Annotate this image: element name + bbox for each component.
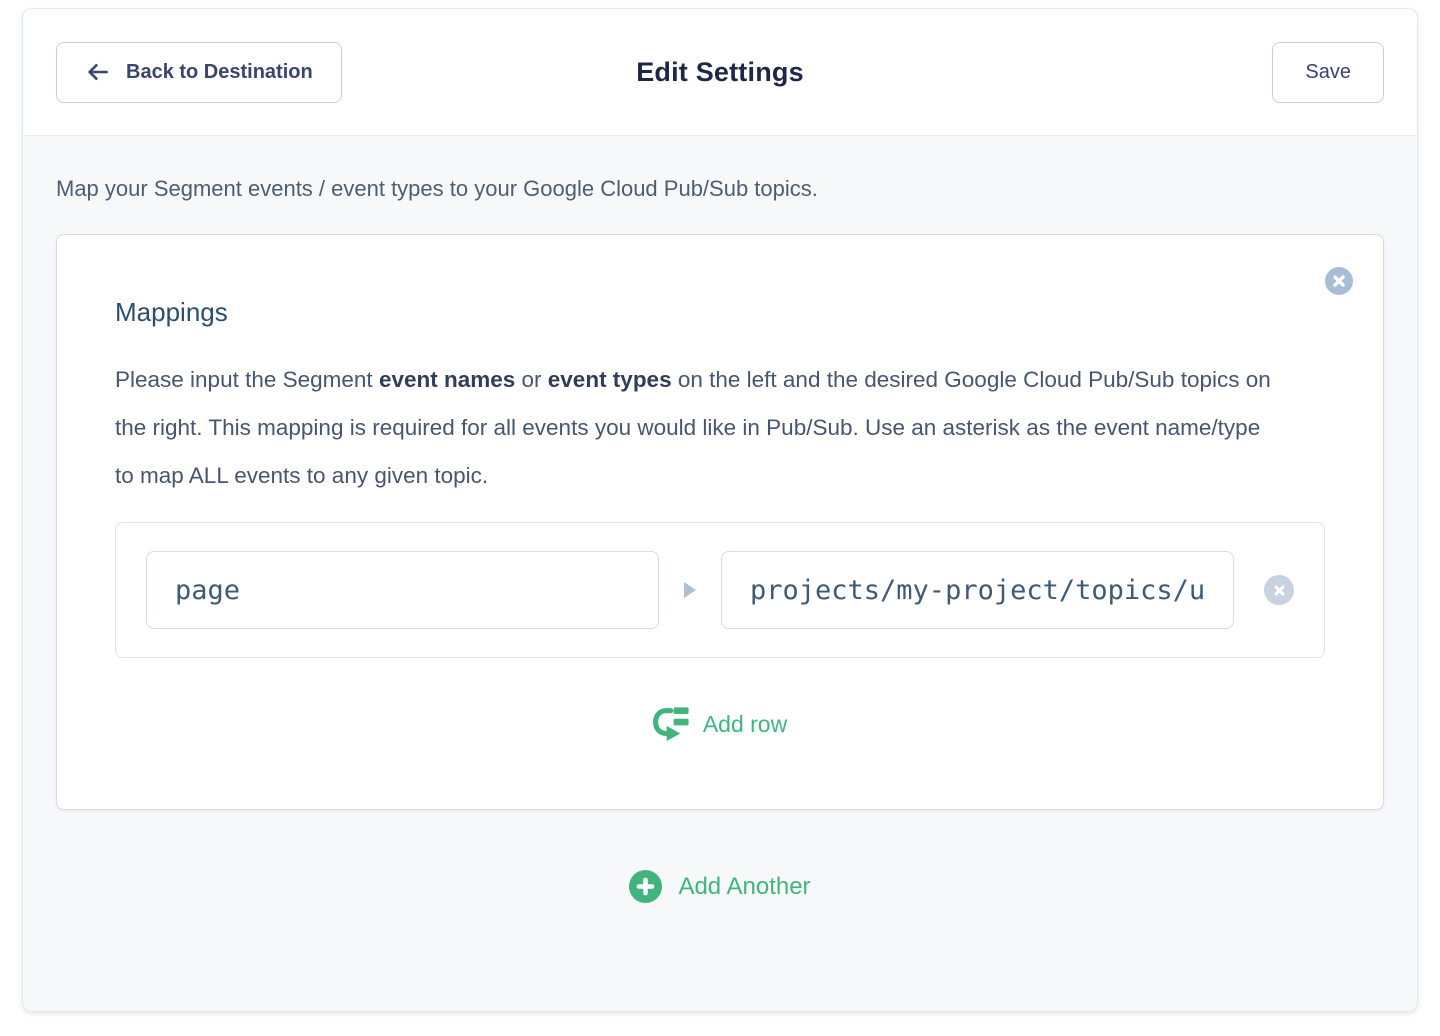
save-button[interactable]: Save bbox=[1272, 42, 1384, 103]
mappings-card-close-button[interactable] bbox=[1325, 267, 1353, 295]
desc-part: or bbox=[515, 367, 548, 392]
intro-text: Map your Segment events / event types to… bbox=[56, 176, 1384, 202]
mappings-description: Please input the Segment event names or … bbox=[115, 356, 1280, 500]
remove-row-button[interactable] bbox=[1264, 575, 1294, 605]
add-another-link[interactable]: Add Another bbox=[56, 870, 1384, 903]
mapping-row bbox=[115, 522, 1325, 658]
close-x-icon bbox=[1273, 584, 1286, 597]
add-row-label: Add row bbox=[703, 711, 787, 738]
left-arrow-icon bbox=[85, 59, 111, 85]
topic-input[interactable] bbox=[721, 551, 1234, 629]
close-x-icon bbox=[1332, 274, 1346, 288]
event-name-input[interactable] bbox=[146, 551, 659, 629]
add-another-label: Add Another bbox=[678, 873, 810, 901]
insert-row-icon bbox=[653, 706, 690, 743]
add-row-link[interactable]: Add row bbox=[115, 706, 1325, 743]
settings-content: Map your Segment events / event types to… bbox=[23, 136, 1417, 1011]
mappings-title: Mappings bbox=[115, 297, 1325, 328]
desc-bold-event-names: event names bbox=[379, 367, 515, 392]
back-to-destination-button[interactable]: Back to Destination bbox=[56, 42, 342, 103]
page-title: Edit Settings bbox=[636, 57, 804, 88]
edit-settings-panel: Back to Destination Edit Settings Save M… bbox=[22, 8, 1418, 1012]
mappings-card: Mappings Please input the Segment event … bbox=[56, 234, 1384, 810]
plus-circle-icon bbox=[629, 870, 662, 903]
back-button-label: Back to Destination bbox=[126, 61, 313, 84]
desc-part: Please input the Segment bbox=[115, 367, 379, 392]
desc-bold-event-types: event types bbox=[548, 367, 672, 392]
header-bar: Back to Destination Edit Settings Save bbox=[23, 9, 1417, 136]
mapping-arrow-container bbox=[659, 582, 721, 598]
save-button-label: Save bbox=[1305, 61, 1351, 84]
right-triangle-icon bbox=[684, 582, 696, 598]
